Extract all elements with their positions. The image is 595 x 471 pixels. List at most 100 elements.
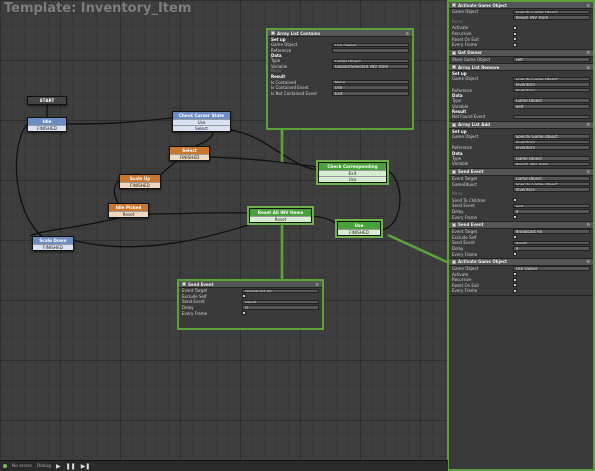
prop-field[interactable]: Sell (512, 203, 590, 209)
action-header[interactable]: Activate Game Object ⚙ (449, 258, 593, 266)
state-check-cursor-event-select[interactable]: Select (173, 125, 230, 131)
gear-icon[interactable]: ⚙ (586, 222, 590, 227)
prop-field[interactable]: 0 (242, 305, 319, 310)
state-start[interactable]: START (27, 96, 67, 105)
checkbox[interactable] (512, 25, 517, 30)
checkbox[interactable] (512, 277, 517, 282)
state-select-event[interactable]: FINISHED (170, 154, 209, 160)
state-idle-picked[interactable]: Idle Picked Reset (108, 203, 149, 218)
enable-checkbox[interactable] (452, 222, 456, 227)
checkbox[interactable] (512, 235, 517, 240)
state-select[interactable]: Select FINISHED (169, 146, 210, 161)
prop-field[interactable]: self (512, 57, 590, 62)
checkbox[interactable] (512, 31, 517, 36)
prop-field[interactable]: Game Object (512, 156, 590, 161)
prop-field[interactable]: Broadcast All (242, 288, 319, 294)
action-header[interactable]: Get Owner ⚙ (449, 49, 593, 57)
pause-button[interactable]: ❚❚ (66, 463, 76, 470)
prop-field[interactable]: Inventory (512, 187, 590, 192)
state-scale-up-event[interactable]: FINISHED (120, 182, 160, 188)
prop-field[interactable]: Inventory (512, 87, 590, 93)
prop-field[interactable]: Specify Game Object (512, 9, 590, 15)
state-idle[interactable]: Idle FINISHED (27, 117, 67, 132)
state-check-cursor[interactable]: Check Cursor State Use Select (172, 111, 231, 132)
checkbox[interactable] (512, 252, 517, 257)
gear-icon[interactable]: ⚙ (315, 282, 319, 287)
checkbox[interactable] (242, 294, 247, 299)
checkbox[interactable] (512, 37, 517, 42)
checkbox[interactable] (512, 42, 517, 47)
prop-field[interactable]: Specify Game Object (512, 76, 590, 82)
prop-field[interactable]: Result_INV_Item (512, 161, 590, 167)
graph-canvas[interactable]: Template: Inventory_Item START Idle FINI… (0, 0, 450, 460)
prop-field[interactable]: Use (331, 85, 409, 91)
checkbox[interactable] (512, 215, 517, 220)
state-reset-all-event[interactable]: Reset (250, 216, 311, 222)
enable-checkbox[interactable] (452, 3, 456, 7)
prop-field[interactable]: None (331, 79, 409, 85)
action-block: Activate Game Object ⚙ Game Object Specify … (449, 2, 593, 50)
checkbox[interactable] (242, 311, 247, 316)
enable-checkbox[interactable] (271, 31, 275, 35)
gear-icon[interactable]: ⚙ (586, 3, 590, 8)
enable-checkbox[interactable] (182, 282, 186, 286)
prop-field[interactable]: Game Object (512, 98, 590, 104)
state-check-corresponding-event-use[interactable]: Use (319, 176, 386, 182)
state-scale-down[interactable]: Scale Down FINISHED (32, 236, 74, 251)
prop-field[interactable]: Result_INV_Item (512, 15, 590, 20)
state-idle-picked-event[interactable]: Reset (109, 211, 148, 217)
gear-icon[interactable]: ⚙ (586, 65, 590, 70)
state-idle-event[interactable]: FINISHED (28, 125, 66, 131)
checkbox[interactable] (512, 288, 517, 293)
action-header[interactable]: Array List Remove ⚙ (449, 64, 593, 72)
checkbox[interactable] (512, 283, 517, 288)
prop-field[interactable]: Use Owner (331, 42, 409, 48)
prop-field[interactable]: Use Owner (512, 266, 590, 271)
prop-field[interactable]: Broadcast All (512, 229, 590, 234)
action-header[interactable]: Send Event ⚙ (449, 221, 593, 229)
debug-dropdown[interactable]: Debug (37, 464, 51, 469)
action-inspector[interactable]: Activate Game Object ⚙ Game Object Specify … (447, 0, 595, 471)
state-use-event[interactable]: FINISHED (338, 229, 380, 235)
prop-field[interactable]: Inventory (512, 139, 590, 145)
prop-field[interactable]: Globals/Selected_INV_Item (331, 64, 409, 69)
prop-field[interactable]: Specify Game Object (512, 181, 590, 187)
gear-icon[interactable]: ⚙ (586, 169, 590, 174)
prop-field[interactable]: Self (512, 104, 590, 109)
checkbox[interactable] (512, 198, 517, 203)
gear-icon[interactable]: ⚙ (586, 259, 590, 264)
prop-field[interactable]: Inventory (512, 145, 590, 150)
gear-icon[interactable]: ⚙ (405, 31, 409, 36)
enable-checkbox[interactable] (452, 65, 456, 70)
enable-checkbox[interactable] (452, 169, 456, 174)
action-header[interactable]: Send Event ⚙ (449, 168, 593, 176)
action-header[interactable]: Array List Add ⚙ (449, 121, 593, 129)
enable-checkbox[interactable] (452, 259, 456, 264)
prop-field[interactable]: 0 (512, 209, 590, 214)
array-panel-header[interactable]: Array List Contains ⚙ (268, 30, 412, 37)
prop-field[interactable]: Inventory (512, 82, 590, 87)
state-reset-all[interactable]: Reset All INV Items Reset (247, 206, 314, 225)
prop-field[interactable]: Reset (242, 299, 319, 305)
step-button[interactable]: ▶❚ (81, 463, 91, 470)
state-use[interactable]: Use FINISHED (335, 219, 383, 238)
enable-checkbox[interactable] (452, 50, 456, 55)
gear-icon[interactable]: ⚙ (586, 50, 590, 55)
send-panel-header[interactable]: Send Event ⚙ (179, 281, 322, 288)
prop-field[interactable]: 0 (512, 246, 590, 251)
state-check-corresponding[interactable]: Check Corresponding Exit Use (316, 160, 389, 185)
prop-field[interactable]: Exit (331, 91, 409, 96)
prop-field[interactable]: Game Object (331, 58, 409, 64)
prop-field[interactable]: Specify Game Object (512, 134, 590, 139)
prop-field[interactable] (331, 48, 409, 53)
prop-field[interactable]: Reset (512, 240, 590, 246)
enable-checkbox[interactable] (452, 122, 456, 127)
prop-field[interactable] (512, 114, 590, 120)
action-header[interactable]: Activate Game Object ⚙ (449, 2, 593, 9)
checkbox[interactable] (512, 272, 517, 277)
state-scale-down-event[interactable]: FINISHED (33, 244, 73, 250)
state-scale-up[interactable]: Scale Up FINISHED (119, 174, 161, 189)
gear-icon[interactable]: ⚙ (586, 122, 590, 127)
prop-field[interactable]: Game Object (512, 176, 590, 181)
play-button[interactable]: ▶ (56, 463, 61, 470)
